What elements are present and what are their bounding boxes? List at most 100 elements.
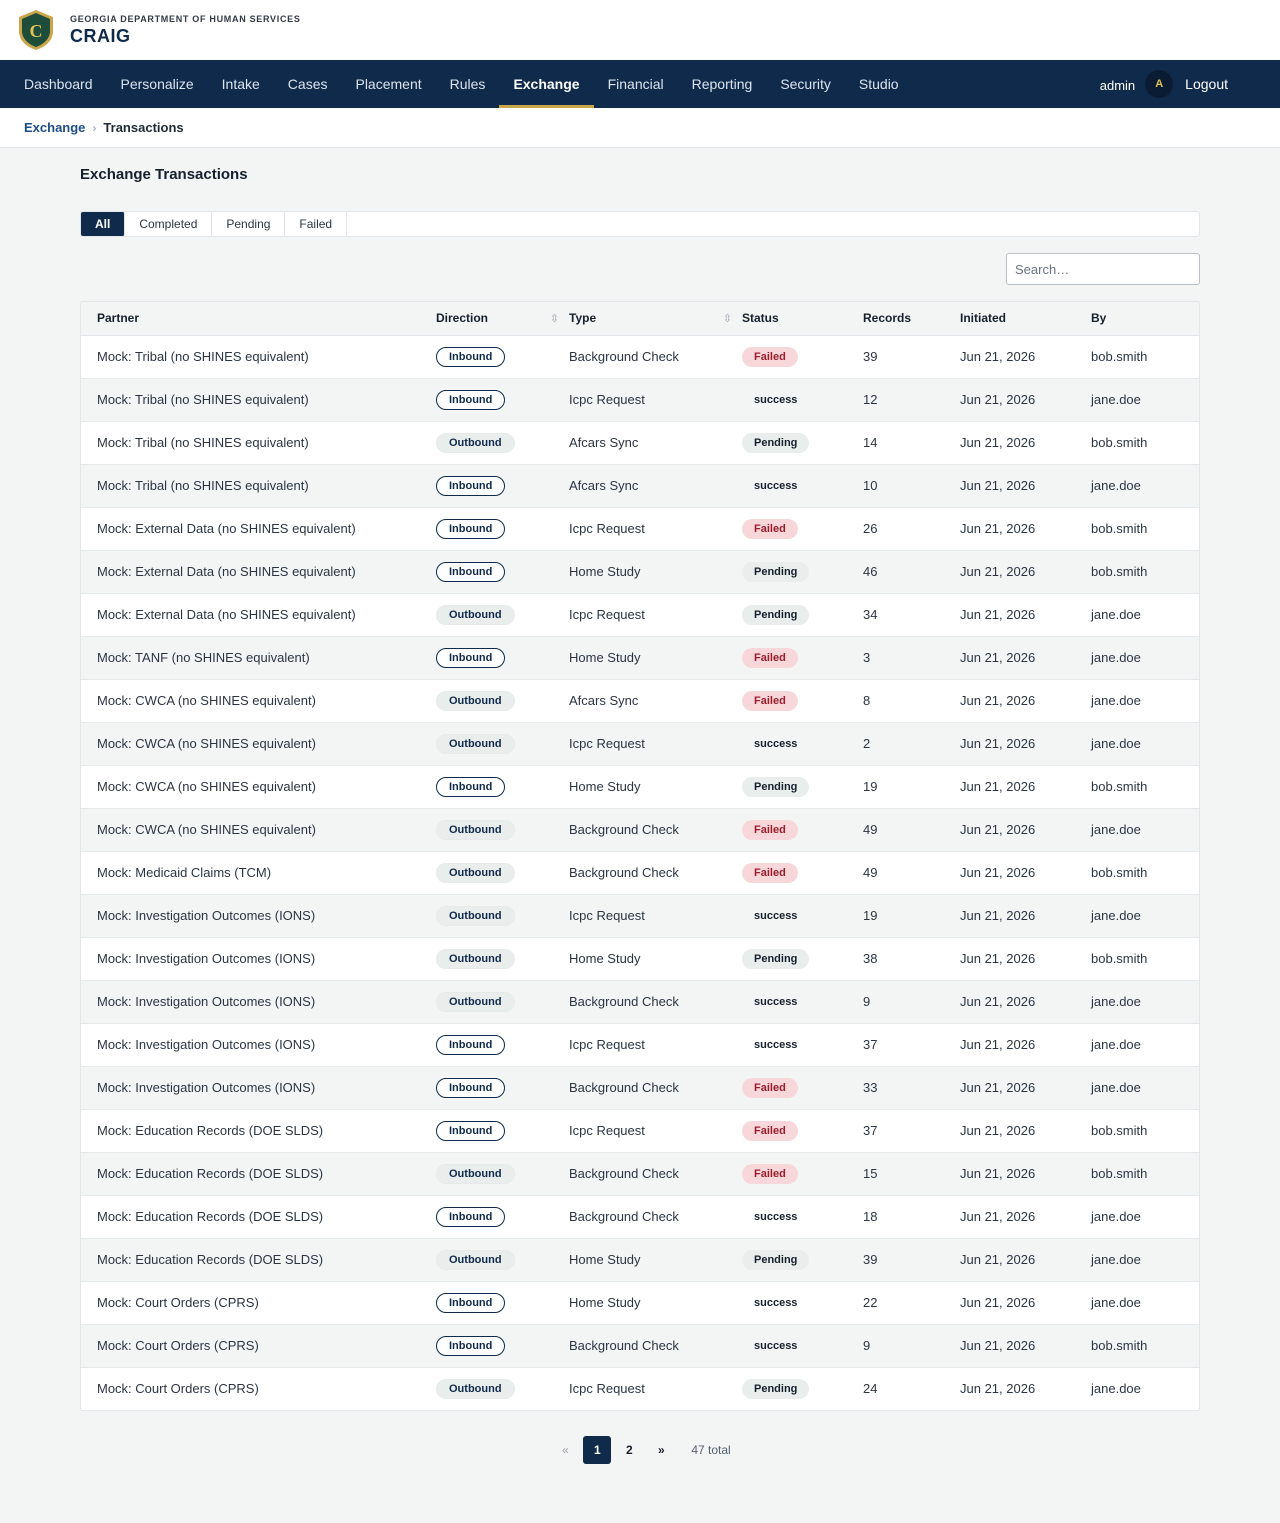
cell-records: 39 [863, 349, 878, 364]
cell-partner: Mock: CWCA (no SHINES equivalent) [97, 822, 316, 837]
table-row[interactable]: Mock: CWCA (no SHINES equivalent) Outboun… [81, 679, 1199, 722]
cell-direction: Inbound [436, 335, 569, 378]
pagination-next-button[interactable]: » [647, 1436, 675, 1464]
nav-item-dashboard[interactable]: Dashboard [10, 60, 107, 108]
table-row[interactable]: Mock: Education Records (DOE SLDS) Inboun… [81, 1195, 1199, 1238]
direction-badge: Inbound [436, 1206, 506, 1227]
nav-item-cases[interactable]: Cases [274, 60, 342, 108]
shield-logo-icon[interactable]: C [17, 9, 55, 51]
cell-initiated: Jun 21, 2026 [960, 392, 1036, 407]
cell-partner: Mock: External Data (no SHINES equivalen… [97, 521, 356, 536]
pagination-page-1[interactable]: 1 [583, 1436, 612, 1464]
status-badge: Pending [742, 948, 810, 969]
table-row[interactable]: Mock: External Data (no SHINES equivalen… [81, 507, 1199, 550]
table-row[interactable]: Mock: External Data (no SHINES equivalen… [81, 593, 1199, 636]
table-row[interactable]: Mock: Tribal (no SHINES equivalent) Inbou… [81, 378, 1199, 421]
cell-status: success [742, 1281, 863, 1324]
table-row[interactable]: Mock: Education Records (DOE SLDS) Outbou… [81, 1152, 1199, 1195]
table-row[interactable]: Mock: Tribal (no SHINES equivalent) Outbo… [81, 421, 1199, 464]
nav-item-intake[interactable]: Intake [208, 60, 274, 108]
column-header-type[interactable]: Type ⇳ [569, 302, 742, 336]
status-badge: Pending [742, 604, 810, 625]
sort-icon[interactable]: ⇳ [550, 312, 559, 325]
table-row[interactable]: Mock: Tribal (no SHINES equivalent) Inbou… [81, 464, 1199, 507]
nav-item-rules[interactable]: Rules [436, 60, 500, 108]
table-row[interactable]: Mock: Investigation Outcomes (IONS) Outbo… [81, 937, 1199, 980]
search-input[interactable] [1006, 253, 1200, 285]
cell-initiated: Jun 21, 2026 [960, 1381, 1036, 1397]
direction-badge: Inbound [436, 389, 506, 410]
cell-by: bob.smith [1091, 1123, 1148, 1138]
direction-badge: Outbound [436, 733, 515, 754]
cell-type: Background Check [569, 349, 679, 364]
cell-status: Failed [742, 507, 863, 550]
table-row[interactable]: Mock: CWCA (no SHINES equivalent) Outboun… [81, 722, 1199, 765]
table-row[interactable]: Mock: Court Orders (CPRS) Outbound Icpc Re… [81, 1367, 1199, 1410]
pagination-page-2[interactable]: 2 [615, 1436, 643, 1464]
nav-items: Dashboard Personalize Intake Cases Placement… [10, 60, 913, 108]
app-name[interactable]: CRAIG [70, 25, 301, 47]
table-row[interactable]: Mock: Investigation Outcomes (IONS) Inbou… [81, 1066, 1199, 1109]
table-row[interactable]: Mock: CWCA (no SHINES equivalent) Inbound… [81, 765, 1199, 808]
cell-records: 24 [863, 1381, 878, 1397]
column-header-direction[interactable]: Direction ⇳ [436, 302, 569, 336]
cell-partner: Mock: Tribal (no SHINES equivalent) [97, 392, 309, 407]
tab-all[interactable]: All [81, 212, 126, 236]
cell-status: success [742, 1023, 863, 1066]
cell-by: bob.smith [1091, 951, 1148, 966]
nav-item-placement[interactable]: Placement [341, 60, 435, 108]
table-row[interactable]: Mock: Medicaid Claims (TCM) Outbound Backg… [81, 851, 1199, 894]
nav-item-security[interactable]: Security [766, 60, 845, 108]
column-header-by[interactable]: By [1091, 302, 1199, 336]
table-row[interactable]: Mock: TANF (no SHINES equivalent) Inbound… [81, 636, 1199, 679]
column-header-partner[interactable]: Partner [81, 302, 436, 336]
table-row[interactable]: Mock: Education Records (DOE SLDS) Outbou… [81, 1238, 1199, 1281]
column-header-records[interactable]: Records [863, 302, 960, 336]
direction-badge: Outbound [436, 432, 515, 453]
direction-badge: Inbound [436, 776, 506, 797]
column-header-initiated[interactable]: Initiated [960, 302, 1091, 336]
nav-item-personalize[interactable]: Personalize [107, 60, 208, 108]
table-row[interactable]: Mock: Education Records (DOE SLDS) Inboun… [81, 1109, 1199, 1152]
cell-by: jane.doe [1091, 1209, 1141, 1224]
nav-item-studio[interactable]: Studio [845, 60, 913, 108]
status-badge: Failed [742, 518, 798, 539]
tab-failed[interactable]: Failed [285, 212, 348, 236]
cell-partner: Mock: Investigation Outcomes (IONS) [97, 1080, 316, 1095]
tab-pending[interactable]: Pending [212, 212, 286, 236]
cell-initiated: Jun 21, 2026 [960, 908, 1036, 923]
avatar[interactable]: A [1145, 70, 1174, 98]
cell-direction: Inbound [436, 1281, 569, 1324]
table-row[interactable]: Mock: External Data (no SHINES equivalen… [81, 550, 1199, 593]
status-badge: success [754, 1038, 798, 1051]
cell-initiated: Jun 21, 2026 [960, 1295, 1036, 1310]
table-row[interactable]: Mock: Investigation Outcomes (IONS) Outbo… [81, 894, 1199, 937]
nav-item-exchange[interactable]: Exchange [499, 60, 594, 108]
cell-status: Failed [742, 1066, 863, 1109]
table-row[interactable]: Mock: Investigation Outcomes (IONS) Outbo… [81, 980, 1199, 1023]
sort-icon[interactable]: ⇳ [723, 312, 732, 325]
table-row[interactable]: Mock: Tribal (no SHINES equivalent) Inbou… [81, 335, 1199, 378]
cell-records: 22 [863, 1295, 878, 1310]
cell-direction: Outbound [436, 722, 569, 765]
table-row[interactable]: Mock: CWCA (no SHINES equivalent) Outboun… [81, 808, 1199, 851]
nav-item-financial[interactable]: Financial [594, 60, 678, 108]
table-row[interactable]: Mock: Court Orders (CPRS) Inbound Home Stu… [81, 1281, 1199, 1324]
cell-records: 39 [863, 1252, 878, 1267]
cell-status: Failed [742, 636, 863, 679]
cell-status: success [742, 894, 863, 937]
column-header-status[interactable]: Status [742, 302, 863, 336]
logout-link[interactable]: Logout [1185, 76, 1228, 92]
status-badge: Pending [742, 1249, 810, 1270]
breadcrumb-exchange-link[interactable]: Exchange [24, 120, 85, 135]
table-row[interactable]: Mock: Investigation Outcomes (IONS) Inbou… [81, 1023, 1199, 1066]
cell-status: success [742, 378, 863, 421]
cell-initiated: Jun 21, 2026 [960, 865, 1036, 880]
nav-item-reporting[interactable]: Reporting [678, 60, 767, 108]
tab-completed[interactable]: Completed [125, 212, 213, 236]
pagination-prev-button[interactable]: « [551, 1436, 579, 1464]
status-badge: success [754, 1296, 798, 1309]
table-row[interactable]: Mock: Court Orders (CPRS) Inbound Backgrou… [81, 1324, 1199, 1367]
cell-type: Home Study [569, 1252, 641, 1267]
agency-name: GEORGIA DEPARTMENT OF HUMAN SERVICES [70, 14, 301, 24]
